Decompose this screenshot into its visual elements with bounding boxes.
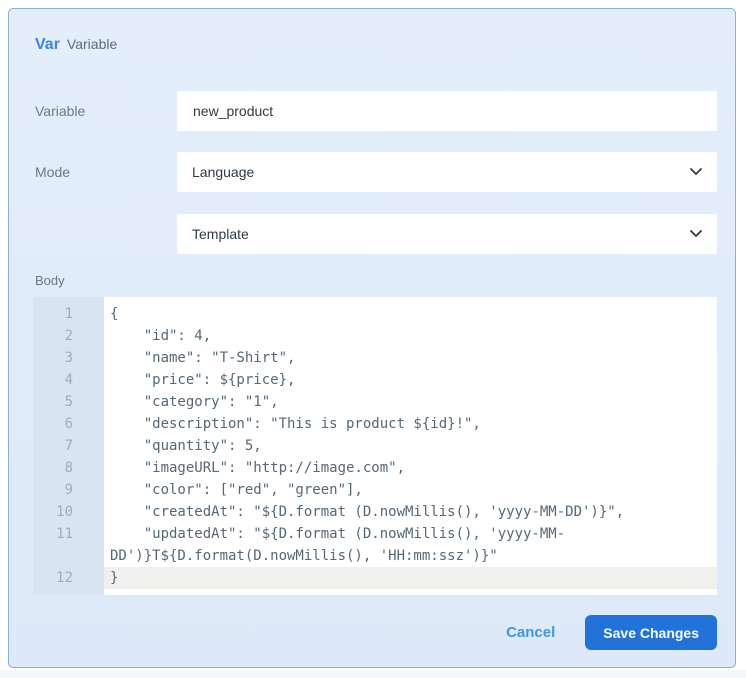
mode-select[interactable]: Language bbox=[177, 152, 717, 192]
code-line: "id": 4, bbox=[104, 325, 717, 347]
line-number: 1 bbox=[33, 303, 104, 325]
variable-dialog: Var Variable Variable Mode Language Temp… bbox=[8, 8, 736, 668]
dialog-header: Var Variable bbox=[35, 36, 717, 54]
code-line: "color": ["red", "green"], bbox=[104, 479, 717, 501]
variable-label: Variable bbox=[35, 103, 177, 119]
line-number: 3 bbox=[33, 347, 104, 369]
line-number: 7 bbox=[33, 435, 104, 457]
line-number: 4 bbox=[33, 369, 104, 391]
line-number: 8 bbox=[33, 457, 104, 479]
dialog-title: Variable bbox=[67, 36, 117, 52]
line-number: 6 bbox=[33, 413, 104, 435]
template-select-value: Template bbox=[192, 226, 249, 242]
template-select[interactable]: Template bbox=[177, 214, 717, 254]
template-row: Template bbox=[35, 214, 717, 254]
chevron-down-icon bbox=[690, 168, 702, 176]
code-line: DD')}T${D.format(D.nowMillis(), 'HH:mm:s… bbox=[104, 545, 717, 567]
editor-code[interactable]: { "id": 4, "name": "T-Shirt", "price": $… bbox=[104, 297, 717, 595]
code-line: "quantity": 5, bbox=[104, 435, 717, 457]
save-changes-button[interactable]: Save Changes bbox=[585, 615, 717, 650]
line-number: 10 bbox=[33, 501, 104, 523]
line-number: 12 bbox=[33, 567, 104, 589]
mode-label: Mode bbox=[35, 164, 177, 180]
line-number: 2 bbox=[33, 325, 104, 347]
code-line: "category": "1", bbox=[104, 391, 717, 413]
code-editor[interactable]: 123456789101112 { "id": 4, "name": "T-Sh… bbox=[33, 297, 717, 595]
page-background-strip bbox=[0, 670, 746, 678]
code-line: "description": "This is product ${id}!", bbox=[104, 413, 717, 435]
mode-select-value: Language bbox=[192, 164, 254, 180]
editor-gutter: 123456789101112 bbox=[33, 297, 104, 595]
mode-row: Mode Language bbox=[35, 152, 717, 192]
line-number: 11 bbox=[33, 523, 104, 545]
code-line: "imageURL": "http://image.com", bbox=[104, 457, 717, 479]
code-line: "createdAt": "${D.format (D.nowMillis(),… bbox=[104, 501, 717, 523]
code-line: { bbox=[104, 303, 717, 325]
line-number bbox=[33, 545, 104, 567]
code-line: "name": "T-Shirt", bbox=[104, 347, 717, 369]
variable-input[interactable] bbox=[177, 91, 717, 131]
variable-row: Variable bbox=[35, 91, 717, 131]
line-number: 5 bbox=[33, 391, 104, 413]
cancel-button[interactable]: Cancel bbox=[506, 624, 555, 641]
code-line: "price": ${price}, bbox=[104, 369, 717, 391]
code-line: "updatedAt": "${D.format (D.nowMillis(),… bbox=[104, 523, 717, 545]
chevron-down-icon bbox=[690, 230, 702, 238]
line-number: 9 bbox=[33, 479, 104, 501]
var-badge: Var bbox=[35, 36, 60, 54]
dialog-footer: Cancel Save Changes bbox=[35, 615, 717, 650]
code-line: } bbox=[104, 567, 717, 589]
body-label: Body bbox=[35, 273, 717, 288]
